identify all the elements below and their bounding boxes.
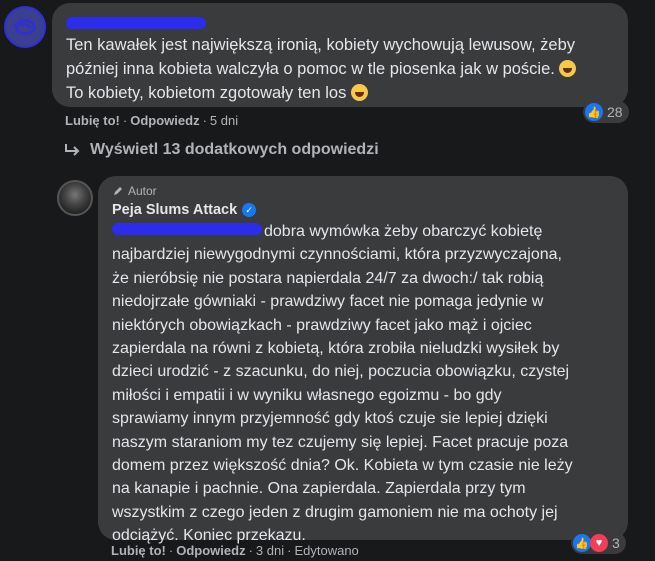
thumbs-up-icon: 👍	[585, 103, 603, 121]
comment-text-line: dobra wymówka żeby obarczyć kobietę	[112, 220, 614, 243]
reply-button[interactable]: Odpowiedz	[176, 543, 245, 558]
comment-timestamp[interactable]: 3 dni	[256, 543, 284, 558]
reaction-summary[interactable]: 👍 ♥ 3	[571, 532, 626, 554]
redacted-mention	[112, 223, 262, 235]
comment-text-line: zapierdala na równi z kobietą, która zro…	[112, 340, 560, 358]
thumbs-up-icon: 👍	[573, 534, 591, 552]
comment-text-line: Ten kawałek jest największą ironią, kobi…	[66, 36, 575, 54]
verified-badge-icon: ✓	[242, 203, 257, 217]
comment-text-line: miłości i empatii i w wyniku własnego eg…	[112, 386, 502, 404]
laughing-emoji-icon	[350, 84, 368, 101]
author-avatar[interactable]	[57, 180, 93, 216]
like-button[interactable]: Lubię to!	[65, 113, 120, 128]
reply-button[interactable]: Odpowiedz	[130, 113, 199, 128]
comment-text-line: naszym staraniom my tez czujemy się lepi…	[112, 433, 569, 451]
comment-bubble: Ten kawałek jest największą ironią, kobi…	[52, 3, 628, 107]
redacted-username	[66, 17, 206, 29]
commenter-avatar[interactable]	[4, 6, 46, 48]
separator-dot: ·	[122, 113, 128, 128]
reaction-summary[interactable]: 👍 28	[583, 101, 629, 123]
view-more-replies-link[interactable]: Wyświetl 13 dodatkowych odpowiedzi	[64, 141, 379, 159]
pencil-icon	[114, 187, 122, 195]
author-comment-text: dobra wymówka żeby obarczyć kobietę najb…	[112, 220, 614, 548]
separator-dot: ·	[168, 543, 174, 558]
comment-text-line: To kobiety, kobietom zgotowały ten los	[66, 81, 614, 105]
view-more-replies-label: Wyświetl 13 dodatkowych odpowiedzi	[90, 141, 379, 158]
separator-dot: ·	[202, 113, 207, 128]
comment-text-line: dzieci urodzić - z szacunku, do niej, po…	[112, 363, 570, 381]
author-comment-bubble: Autor Peja Slums Attack ✓ dobra wymówka …	[98, 176, 628, 544]
author-badge: Autor	[112, 184, 614, 198]
comment-actions: Lubię to! · Odpowiedz · 3 dni · Edytowano	[111, 543, 359, 558]
comment-timestamp[interactable]: 5 dni	[210, 113, 238, 128]
comment-text-line: później inna kobieta walczyła o pomoc w …	[66, 57, 614, 81]
author-name-label: Peja Slums Attack	[112, 202, 238, 218]
comment-text-line: sprawiamy innym przyjemność gdy ktoś czu…	[112, 410, 548, 428]
laughing-emoji-icon	[559, 60, 577, 77]
reply-arrow-icon	[65, 144, 80, 156]
comment-text-line: niektórych obowiązkach - prawdziwy facet…	[112, 316, 532, 334]
heart-icon: ♥	[590, 534, 608, 552]
author-badge-label: Autor	[128, 184, 157, 198]
comment-text-line: na kanapie i pachnie. Ona zapierdala. Za…	[112, 480, 526, 498]
like-button[interactable]: Lubię to!	[111, 543, 166, 558]
comment-text-line: wszystkim z czego jeden z drugim gamonie…	[112, 503, 558, 521]
edited-label: Edytowano	[294, 543, 359, 558]
comment-text: Ten kawałek jest największą ironią, kobi…	[66, 33, 614, 105]
redaction-scribble-icon	[13, 19, 36, 35]
reaction-count: 28	[607, 104, 623, 120]
reaction-count: 3	[612, 535, 620, 551]
comment-actions: Lubię to! · Odpowiedz · 5 dni	[65, 113, 238, 128]
comment-text-line: niedojrzałe gówniaki - prawdziwy facet n…	[112, 293, 544, 311]
author-name[interactable]: Peja Slums Attack ✓	[112, 202, 614, 218]
comment-text-line: domem przez większość dnia? Ok. Kobieta …	[112, 457, 573, 475]
comment-text-line: że nieróbsię nie postara napierdala 24/7…	[112, 269, 544, 287]
separator-dot: ·	[287, 543, 292, 558]
comment-text-line: najbardziej niewygodnymi czynnościami, k…	[112, 246, 562, 264]
separator-dot: ·	[248, 543, 253, 558]
